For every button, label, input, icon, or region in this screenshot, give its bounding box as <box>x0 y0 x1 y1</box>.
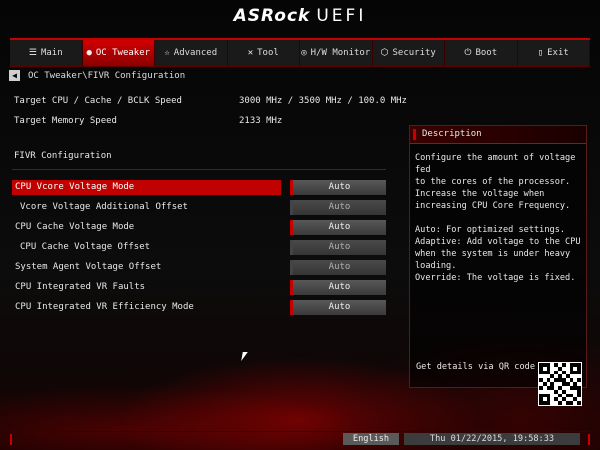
setting-value-button[interactable]: Auto <box>290 260 386 275</box>
setting-label: CPU Integrated VR Faults <box>15 282 146 292</box>
tab-label: Boot <box>475 48 498 58</box>
main-tab-bar: ☰ Main ● OC Tweaker ☆ Advanced ✕ Tool ◎ H/W M… <box>10 38 590 67</box>
power-icon: ⏻ <box>464 48 472 58</box>
status-bar-accent-left <box>10 434 12 445</box>
star-icon: ☆ <box>164 48 170 58</box>
description-title: Description <box>410 126 586 144</box>
tab-main[interactable]: ☰ Main <box>10 40 83 66</box>
tab-advanced[interactable]: ☆ Advanced <box>155 40 228 66</box>
tab-boot[interactable]: ⏻ Boot <box>445 40 518 66</box>
info-label: Target CPU / Cache / BCLK Speed <box>14 96 182 106</box>
setting-label: Vcore Voltage Additional Offset <box>20 202 188 212</box>
tab-label: Main <box>40 48 63 58</box>
setting-label: CPU Integrated VR Efficiency Mode <box>15 302 194 312</box>
section-divider <box>12 169 386 170</box>
breadcrumb: ◀ OC Tweaker\FIVR Configuration <box>9 70 185 81</box>
description-text: Configure the amount of voltage fed to t… <box>415 153 581 283</box>
tab-label: Security <box>392 48 436 58</box>
breadcrumb-text: OC Tweaker\FIVR Configuration <box>28 70 186 81</box>
back-arrow-icon[interactable]: ◀ <box>9 70 20 81</box>
tab-label: Exit <box>547 48 569 58</box>
status-bar: English Thu 01/22/2015, 19:58:33 <box>10 431 590 446</box>
setting-cpu-cache-voltage-offset[interactable]: CPU Cache Voltage Offset Auto <box>12 240 386 255</box>
product-name: UEFI <box>316 6 367 26</box>
setting-value-button[interactable]: Auto <box>290 200 386 215</box>
tools-icon: ✕ <box>247 48 254 58</box>
tab-label: Advanced <box>173 48 218 58</box>
setting-cpu-cache-voltage-mode[interactable]: CPU Cache Voltage Mode Auto <box>12 220 386 235</box>
tab-label: H/W Monitor <box>310 48 371 58</box>
setting-value-button[interactable]: Auto <box>290 220 386 235</box>
setting-label: CPU Cache Voltage Offset <box>20 242 151 252</box>
info-value: 3000 MHz / 3500 MHz / 100.0 MHz <box>239 96 407 106</box>
info-value: 2133 MHz <box>239 116 283 126</box>
description-panel: Description Configure the amount of volt… <box>409 125 587 406</box>
setting-label: CPU Cache Voltage Mode <box>15 222 135 232</box>
flame-icon: ● <box>86 48 92 58</box>
setting-value-button[interactable]: Auto <box>290 240 386 255</box>
tab-label: OC Tweaker <box>95 48 151 58</box>
tab-tool[interactable]: ✕ Tool <box>228 40 300 66</box>
status-bar-accent-right <box>588 434 590 445</box>
setting-value-button[interactable]: Auto <box>290 300 386 315</box>
tab-label: Tool <box>257 48 279 58</box>
setting-cpu-integrated-vr-faults[interactable]: CPU Integrated VR Faults Auto <box>12 280 386 295</box>
brand-logo: ASRock UEFI <box>0 6 600 26</box>
setting-cpu-integrated-vr-efficiency-mode[interactable]: CPU Integrated VR Efficiency Mode Auto <box>12 300 386 315</box>
setting-system-agent-voltage-offset[interactable]: System Agent Voltage Offset Auto <box>12 260 386 275</box>
info-row-memory-speed: Target Memory Speed 2133 MHz <box>14 116 282 126</box>
exit-icon: ▯ <box>537 48 544 58</box>
datetime-display: Thu 01/22/2015, 19:58:33 <box>404 433 580 445</box>
qr-label: Get details via QR code <box>416 362 535 372</box>
shield-icon: ⬡ <box>380 48 389 58</box>
setting-cpu-vcore-voltage-mode[interactable]: CPU Vcore Voltage Mode Auto <box>12 180 386 195</box>
brand-name: ASRock <box>233 6 311 26</box>
tab-exit[interactable]: ▯ Exit <box>518 40 590 66</box>
section-title: FIVR Configuration <box>14 151 112 161</box>
tab-hw-monitor[interactable]: ◎ H/W Monitor <box>300 40 373 66</box>
info-row-cpu-speed: Target CPU / Cache / BCLK Speed 3000 MHz… <box>14 96 407 106</box>
qr-code-icon[interactable] <box>538 362 582 406</box>
info-label: Target Memory Speed <box>14 116 117 126</box>
tab-oc-tweaker[interactable]: ● OC Tweaker <box>82 40 155 66</box>
setting-label: System Agent Voltage Offset <box>15 262 162 272</box>
setting-vcore-voltage-additional-offset[interactable]: Vcore Voltage Additional Offset Auto <box>12 200 386 215</box>
monitor-icon: ◎ <box>301 48 307 58</box>
setting-value-button[interactable]: Auto <box>290 180 386 195</box>
setting-value-button[interactable]: Auto <box>290 280 386 295</box>
setting-label: CPU Vcore Voltage Mode <box>12 180 281 195</box>
language-button[interactable]: English <box>343 433 399 445</box>
list-icon: ☰ <box>28 48 37 58</box>
tab-security[interactable]: ⬡ Security <box>373 40 445 66</box>
